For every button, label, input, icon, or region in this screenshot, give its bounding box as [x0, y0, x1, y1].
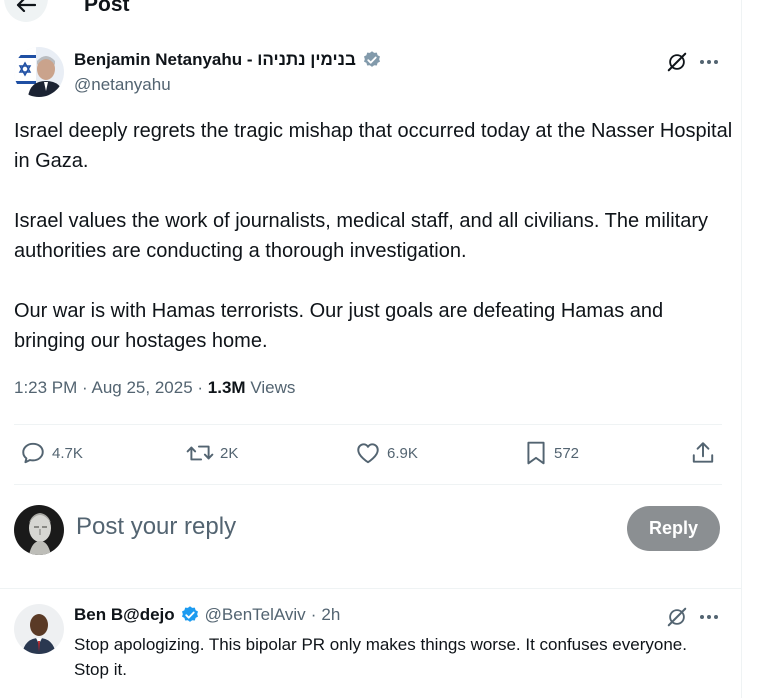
- reply-time[interactable]: 2h: [321, 605, 340, 625]
- views-label: Views: [250, 378, 296, 397]
- like-count: 6.9K: [387, 444, 418, 462]
- reply-action[interactable]: 4.7K: [20, 440, 83, 466]
- tweet-paragraph: Israel deeply regrets the tragic mishap …: [14, 120, 733, 172]
- more-horizontal-icon: [700, 60, 718, 64]
- reply-header: Ben B@dejo @BenTelAviv · 2h: [74, 605, 341, 625]
- user-avatar[interactable]: [14, 505, 64, 555]
- heart-icon: [357, 443, 379, 464]
- arrow-left-icon: [16, 0, 36, 12]
- tweet-meta: 1:23 PM · Aug 25, 2025 · 1.3M Views: [14, 378, 296, 397]
- more-horizontal-icon: [700, 615, 718, 619]
- reply-count: 4.7K: [52, 444, 83, 462]
- grok-button[interactable]: [664, 49, 690, 75]
- reply-author-avatar[interactable]: [14, 604, 64, 654]
- share-action[interactable]: [690, 440, 716, 466]
- author-handle[interactable]: @netanyahu: [74, 75, 171, 95]
- grok-icon: [667, 52, 687, 72]
- bookmark-action[interactable]: 572: [524, 440, 579, 466]
- tweet-paragraph: Our war is with Hamas terrorists. Our ju…: [14, 300, 664, 352]
- reply-author-name[interactable]: Ben B@dejo: [74, 605, 175, 625]
- more-options-button[interactable]: [696, 49, 722, 75]
- back-button[interactable]: [4, 0, 48, 22]
- verified-badge-icon: [181, 606, 198, 622]
- repost-action[interactable]: 2K: [186, 440, 238, 466]
- bookmark-count: 572: [554, 444, 580, 462]
- reply-button[interactable]: Reply: [627, 506, 720, 551]
- share-icon: [692, 442, 714, 463]
- bookmark-icon: [527, 441, 545, 465]
- reply-input[interactable]: Post your reply: [76, 513, 236, 541]
- divider: [14, 424, 722, 425]
- tweet-time[interactable]: 1:23 PM: [14, 378, 77, 397]
- reply-more-options-button[interactable]: [696, 604, 722, 630]
- tweet-date[interactable]: Aug 25, 2025: [92, 378, 193, 397]
- reply-grok-button[interactable]: [664, 604, 690, 630]
- views-count: 1.3M: [207, 378, 246, 397]
- author-avatar[interactable]: [14, 47, 64, 97]
- like-action[interactable]: 6.9K: [355, 440, 418, 466]
- tweet-text: Israel deeply regrets the tragic mishap …: [14, 116, 734, 356]
- reply-author-handle[interactable]: @BenTelAviv: [205, 605, 306, 625]
- author-name[interactable]: Benjamin Netanyahu - בנימין נתניהו: [74, 50, 382, 70]
- reply-text: Stop apologizing. This bipolar PR only m…: [74, 635, 687, 679]
- tweet-paragraph: Israel values the work of journalists, m…: [14, 210, 708, 262]
- grok-icon: [667, 607, 687, 627]
- verified-badge-icon: [363, 51, 380, 67]
- page-title: Post: [84, 0, 130, 16]
- column-border: [741, 0, 742, 698]
- author-name-text: Benjamin Netanyahu - בנימין נתניהו: [74, 50, 356, 69]
- comment-icon: [22, 442, 44, 464]
- section-divider: [0, 588, 741, 589]
- repost-icon: [186, 445, 214, 461]
- divider: [14, 484, 722, 485]
- repost-count: 2K: [220, 444, 239, 462]
